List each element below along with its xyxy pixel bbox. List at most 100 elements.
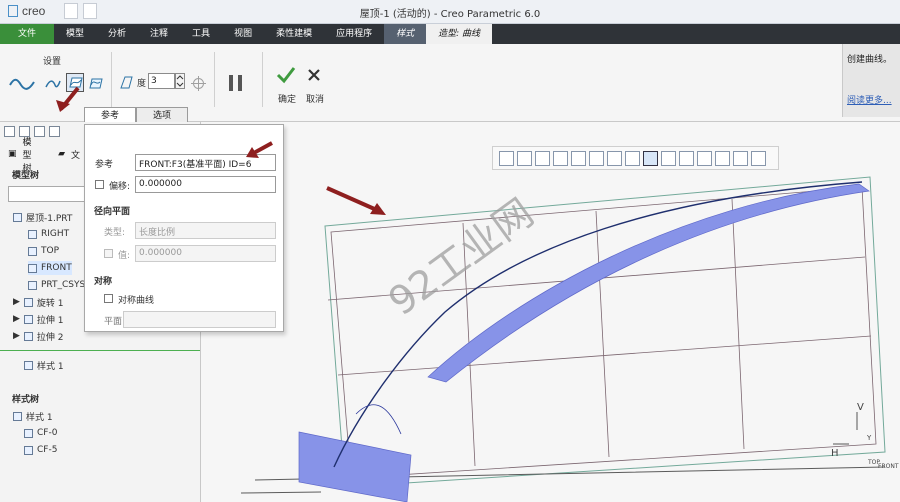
menu-annotation[interactable]: 注释 (138, 24, 180, 44)
revolve-icon (23, 297, 33, 307)
help-panel: 创建曲线。 阅读更多... (842, 44, 900, 117)
csys-icon (28, 280, 37, 290)
curve-icon (24, 445, 33, 455)
style-tree-cf0[interactable]: CF-0 (24, 426, 57, 440)
datum-grid-lines (327, 198, 872, 467)
reference-field[interactable]: FRONT:F3(基准平面) ID=6 (135, 154, 276, 171)
style-feature-icon (24, 360, 33, 370)
tree-item-front[interactable]: FRONT (28, 261, 72, 275)
menu-applications[interactable]: 应用程序 (324, 24, 384, 44)
cos-curve-icon[interactable] (87, 73, 105, 92)
degree-input[interactable]: 3 (148, 73, 175, 89)
tree-item-label: PRT_CSYS_ (41, 280, 90, 290)
menu-model[interactable]: 模型 (54, 24, 96, 44)
symmetry-curve-label: 对称曲线 (118, 296, 155, 306)
tree-item-right[interactable]: RIGHT (28, 227, 69, 241)
degree-label: 度 (137, 79, 147, 89)
style-tree-root[interactable]: 样式 1 (13, 409, 53, 423)
ribbon-separator-2 (214, 52, 215, 107)
model-graphics[interactable]: V H Y TOP FRONT (201, 122, 900, 502)
tree-item-style[interactable]: 样式 1 (24, 358, 64, 372)
tree-item-label: 屋顶-1.PRT (26, 213, 73, 224)
style-tree-cf5[interactable]: CF-5 (24, 443, 57, 457)
type-select: 长度比例 (135, 222, 276, 239)
offset-field[interactable]: 0.000000 (135, 176, 276, 193)
v-axis-label: V (857, 402, 864, 413)
tree-item-label: CF-0 (37, 428, 58, 438)
tree-item-label: CF-5 (37, 445, 58, 455)
folder-tab[interactable]: 文 (71, 148, 80, 161)
menu-bar: 文件 模型 分析 注释 工具 视图 柔性建模 应用程序 样式 造型: 曲线 (0, 24, 900, 44)
extrude-icon (23, 314, 33, 324)
curve-type-icon[interactable] (8, 74, 36, 94)
cancel-label[interactable]: 取消 (306, 92, 324, 105)
value-checkbox (104, 249, 113, 258)
sidebar-tabs: ▣ 模型树 ▰ 文 (0, 138, 80, 174)
radial-plane-icon[interactable] (118, 74, 135, 91)
confirm-label[interactable]: 确定 (278, 92, 296, 105)
menu-style-curve[interactable]: 造型: 曲线 (426, 24, 493, 44)
plane-label: 平面 (104, 317, 123, 327)
tree-item-label: RIGHT (41, 229, 70, 239)
tree-item-label: FRONT (41, 263, 72, 273)
tree-item-extrude-2[interactable]: ▶ 拉伸 2 (13, 329, 64, 343)
front-datum-plane-grid (330, 186, 877, 479)
menu-flexible-modeling[interactable]: 柔性建模 (264, 24, 324, 44)
style-feature-icon (13, 411, 22, 421)
model-tree-tab-icon[interactable]: ▣ (8, 149, 17, 159)
radial-plane-section-label: 径向平面 (94, 207, 131, 217)
redo-icon[interactable] (49, 126, 60, 137)
active-divider (0, 350, 200, 351)
pause-icon[interactable] (229, 75, 243, 91)
undo-icon[interactable] (34, 126, 45, 137)
expand-icon[interactable]: ▶ (13, 314, 20, 324)
cancel-icon[interactable] (304, 65, 324, 85)
tree-item-top[interactable]: TOP (28, 244, 59, 258)
extrude-icon (23, 331, 33, 341)
secondary-curve (355, 404, 402, 435)
menu-style[interactable]: 样式 (384, 24, 427, 44)
title-bar: creo 屋顶-1 (活动的) - Creo Parametric 6.0 (0, 0, 900, 24)
pause-bar-left (229, 75, 233, 91)
new-icon[interactable] (4, 126, 15, 137)
front-label: FRONT (878, 463, 899, 470)
tree-item-label: 拉伸 2 (36, 332, 64, 343)
expand-icon[interactable]: ▶ (13, 331, 20, 341)
control-point-icon[interactable] (190, 75, 206, 91)
blue-lower-surface (298, 431, 412, 502)
offset-checkbox[interactable] (95, 180, 104, 189)
curve-icon (24, 428, 33, 438)
symmetry-curve-checkbox[interactable] (104, 294, 113, 303)
axis-guides (833, 412, 858, 445)
expand-icon[interactable]: ▶ (13, 297, 20, 307)
graphics-viewport[interactable]: V H Y TOP FRONT 92工业网 (201, 122, 900, 502)
planar-curve-icon[interactable] (66, 73, 84, 92)
menu-analysis[interactable]: 分析 (96, 24, 138, 44)
menu-tools[interactable]: 工具 (180, 24, 222, 44)
value-field: 0.000000 (135, 245, 276, 262)
tree-item-revolve[interactable]: ▶ 旋转 1 (13, 295, 64, 309)
tree-item-csys[interactable]: PRT_CSYS_ (28, 278, 90, 292)
menu-file[interactable]: 文件 (0, 24, 54, 44)
model-tree-title: 模型树 (12, 171, 40, 181)
read-more-link[interactable]: 阅读更多... (847, 93, 896, 106)
datum-plane-icon (28, 246, 37, 256)
tree-item-part[interactable]: 屋顶-1.PRT (13, 210, 72, 224)
pause-bar-right (238, 75, 242, 91)
tree-item-extrude-1[interactable]: ▶ 拉伸 1 (13, 312, 64, 326)
free-curve-icon[interactable] (44, 75, 62, 93)
offset-label: 偏移: (109, 182, 131, 192)
symmetry-section-label: 对称 (94, 277, 113, 287)
folder-tab-icon[interactable]: ▰ (58, 149, 65, 159)
menu-view[interactable]: 视图 (222, 24, 264, 44)
tree-item-label: 样式 1 (26, 412, 53, 423)
h-axis-label: H (831, 448, 839, 459)
part-icon (13, 212, 22, 222)
window-title: 屋顶-1 (活动的) - Creo Parametric 6.0 (359, 9, 541, 20)
plane-field (123, 311, 276, 328)
degree-spinner[interactable] (175, 73, 185, 89)
tree-item-label: 样式 1 (37, 361, 64, 372)
tree-filter-input[interactable] (8, 186, 88, 202)
style-tree-title: 样式树 (12, 395, 40, 405)
confirm-icon[interactable] (275, 64, 297, 86)
